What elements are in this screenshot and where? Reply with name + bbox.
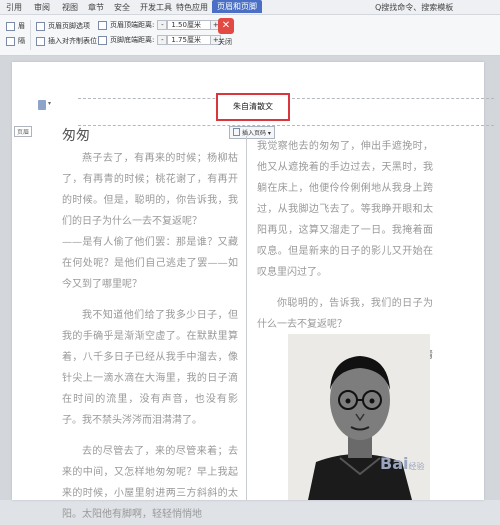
right-text-column[interactable]: 我觉察他去的匆匆了，伸出手遮挽时，他又从遮挽着的手边过去，天黑时，我躺在床上，他… (257, 136, 433, 366)
tab-chapter[interactable]: 章节 (88, 2, 104, 13)
left-toolbar-button-b[interactable]: 隔 (6, 36, 25, 46)
author-portrait-image[interactable] (288, 334, 430, 500)
header-top-input[interactable]: 1.50厘米 (167, 20, 212, 30)
footer-distance-icon (98, 35, 107, 45)
paragraph: 燕子去了，有再来的时候；杨柳枯了，有再青的时候；桃花谢了，有再开的时候。但是，聪… (62, 153, 238, 227)
header-top-distance: 页眉顶端距离: -1.50厘米 + (98, 20, 222, 30)
paragraph: 我不知道他们给了我多少日子，但我的手确乎是渐渐空虚了。在默默里算着，八千多日子已… (62, 310, 238, 426)
tab-security[interactable]: 安全 (114, 2, 130, 13)
tab-developer[interactable]: 开发工具 (140, 2, 172, 13)
left-text-column[interactable]: 匆匆 燕子去了，有再来的时候；杨柳枯了，有再青的时候；桃花谢了，有再开的时候。但… (62, 124, 238, 525)
tab-review[interactable]: 审阅 (34, 2, 50, 13)
column-divider (246, 136, 247, 500)
header-footer-toolbar: 眉 隔 页眉页脚选项 插入对齐制表位 页眉顶端距离: -1.50厘米 + 页脚底端… (0, 15, 500, 56)
close-icon: ✕ (221, 20, 231, 31)
close-label[interactable]: 关闭 (218, 37, 232, 47)
insert-align-tab-button[interactable]: 插入对齐制表位 (36, 36, 97, 46)
toolbar-separator (30, 20, 31, 50)
document-icon[interactable] (38, 100, 46, 110)
footer-bottom-input[interactable]: 1.75厘米 (167, 35, 212, 45)
separator-icon (6, 36, 15, 46)
paragraph: ——是有人偷了他们罢：那是谁？又藏在何处呢？是他们自己逃走了罢——如今又到了哪里… (62, 237, 238, 290)
tab-references[interactable]: 引用 (6, 2, 22, 13)
ribbon-tab-bar: 引用 审阅 视图 章节 安全 开发工具 特色应用 页眉和页脚 Q搜找命令、搜索模… (0, 0, 500, 15)
paragraph: 我觉察他去的匆匆了，伸出手遮挽时，他又从遮挽着的手边过去，天黑时，我躺在床上，他… (257, 141, 433, 278)
header-tag: 页眉 (14, 126, 33, 137)
command-search[interactable]: Q搜找命令、搜索模板 (375, 2, 453, 13)
portrait-drawing (288, 334, 430, 500)
close-header-footer-button[interactable]: ✕ (218, 18, 234, 34)
tab-header-footer[interactable]: 页眉和页脚 (212, 0, 262, 13)
header-text-input[interactable]: 朱自清散文 (216, 93, 290, 121)
options-icon (36, 21, 45, 31)
footer-bottom-distance: 页脚底端距离: -1.75厘米 + (98, 35, 222, 45)
header-distance-icon (98, 20, 107, 30)
baidu-watermark: Bai经验 (380, 454, 425, 473)
header-top-decrease-button[interactable]: - (157, 20, 168, 30)
chevron-down-icon[interactable]: ▾ (48, 100, 51, 107)
header-icon (6, 21, 15, 31)
article-title: 匆匆 (62, 128, 90, 144)
tab-view[interactable]: 视图 (62, 2, 78, 13)
tab-features[interactable]: 特色应用 (176, 2, 208, 13)
tab-stop-icon (36, 36, 45, 46)
paragraph: 你聪明的，告诉我，我们的日子为什么一去不复返呢？ (257, 298, 433, 330)
footer-bottom-decrease-button[interactable]: - (157, 35, 168, 45)
left-toolbar-button-a[interactable]: 眉 (6, 21, 25, 31)
header-footer-options-button[interactable]: 页眉页脚选项 (36, 21, 90, 31)
paragraph: 去的尽管去了，来的尽管来着；去来的中间，又怎样地匆匆呢？早上我起来的时候，小屋里… (62, 446, 238, 520)
